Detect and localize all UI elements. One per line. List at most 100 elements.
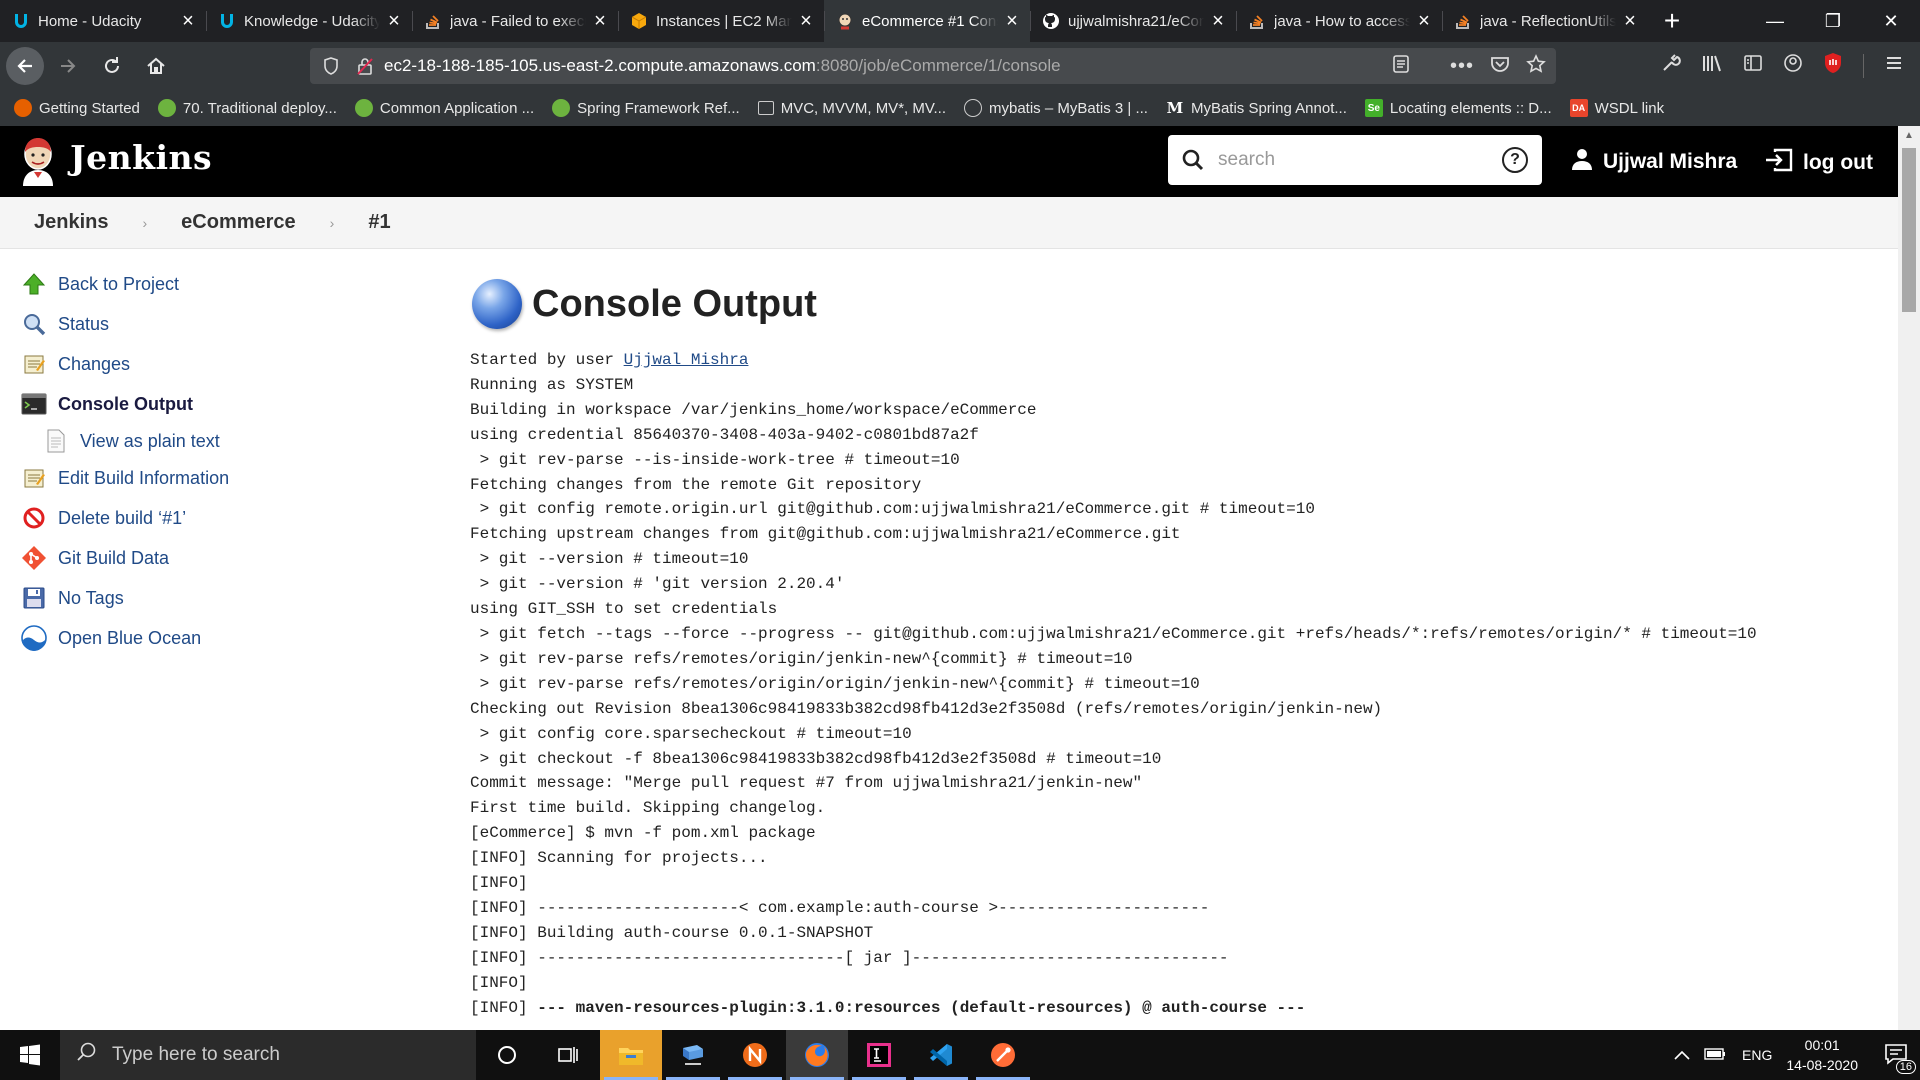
jenkins-logo-icon[interactable] <box>18 136 58 186</box>
chevron-up-icon[interactable] <box>1674 1047 1690 1063</box>
browser-tab[interactable]: java - Failed to execute × <box>412 0 618 42</box>
console-line: First time build. Skipping changelog. <box>470 799 826 818</box>
scroll-up-icon[interactable]: ▲ <box>1898 126 1920 146</box>
sidebar-item-open-blue-ocean[interactable]: Open Blue Ocean <box>20 618 420 658</box>
console-line: [INFO] --------------------------------[… <box>470 948 1229 967</box>
firefox-app-icon[interactable] <box>786 1030 848 1080</box>
bookmark-item[interactable]: 70. Traditional deploy... <box>157 99 337 117</box>
sidebar-item-back-to-project[interactable]: Back to Project <box>20 264 420 304</box>
browser-tab[interactable]: Knowledge - Udacity × <box>206 0 412 42</box>
wrench-icon[interactable] <box>1661 53 1681 79</box>
library-icon[interactable] <box>1701 53 1723 79</box>
forward-button[interactable] <box>48 46 88 86</box>
bookmark-item[interactable]: Se Locating elements :: D... <box>1364 99 1552 117</box>
sidebar-item-console-output[interactable]: Console Output <box>20 384 420 424</box>
shield-icon[interactable] <box>320 57 342 75</box>
close-icon[interactable]: × <box>1622 11 1638 31</box>
url-host: ec2-18-188-185-105.us-east-2.compute.ama… <box>384 56 816 75</box>
vscode-app-icon[interactable] <box>910 1030 972 1080</box>
new-tab-button[interactable]: + <box>1648 0 1696 42</box>
intellij-app-icon[interactable] <box>848 1030 910 1080</box>
chevron-right-icon[interactable]: › <box>142 215 147 231</box>
close-icon[interactable]: × <box>1210 11 1226 31</box>
close-window-icon[interactable]: ✕ <box>1862 0 1920 42</box>
network-app-icon[interactable] <box>662 1030 724 1080</box>
file-explorer-icon[interactable] <box>600 1030 662 1080</box>
chevron-right-icon[interactable]: › <box>330 215 335 231</box>
close-icon[interactable]: × <box>592 11 608 31</box>
browser-tab[interactable]: Instances | EC2 Management × <box>618 0 824 42</box>
bookmark-item[interactable]: Getting Started <box>14 99 140 117</box>
bookmark-item[interactable]: DA WSDL link <box>1569 99 1664 117</box>
hamburger-menu-icon[interactable] <box>1884 54 1904 78</box>
started-by-user-link[interactable]: Ujjwal Mishra <box>624 351 749 369</box>
browser-tab[interactable]: ujjwalmishra21/eCommerce × <box>1030 0 1236 42</box>
page-title: Console Output <box>532 282 817 325</box>
sidebar-item-git-build-data[interactable]: Git Build Data <box>20 538 420 578</box>
window-controls: — ❐ ✕ <box>1746 0 1920 42</box>
search-input[interactable]: search <box>1218 149 1502 171</box>
cortana-icon[interactable] <box>476 1030 538 1080</box>
user-link[interactable]: Ujjwal Mishra <box>1571 148 1737 176</box>
tab-title: Instances | EC2 Management <box>656 12 792 30</box>
breadcrumb-item[interactable]: #1 <box>368 211 390 234</box>
reload-button[interactable] <box>92 46 132 86</box>
sidebar-item-delete-build[interactable]: Delete build ‘#1’ <box>20 498 420 538</box>
breadcrumb-item[interactable]: eCommerce <box>181 211 296 234</box>
ublock-icon[interactable] <box>1823 52 1843 80</box>
browser-tab[interactable]: java - How to access × <box>1236 0 1442 42</box>
jenkins-title[interactable]: Jenkins <box>70 138 212 177</box>
reader-view-icon[interactable] <box>1392 54 1410 79</box>
help-icon[interactable]: ? <box>1502 147 1528 173</box>
close-icon[interactable]: × <box>180 11 196 31</box>
postman-app-icon[interactable] <box>972 1030 1034 1080</box>
page-scrollbar[interactable]: ▲ <box>1898 126 1920 1030</box>
search-box[interactable]: search ? <box>1168 135 1542 185</box>
close-icon[interactable]: × <box>798 11 814 31</box>
taskbar-search[interactable]: Type here to search <box>60 1030 476 1080</box>
restore-icon[interactable]: ❐ <box>1804 0 1862 42</box>
sidebar-icon[interactable] <box>1743 54 1763 78</box>
more-actions-icon[interactable]: ••• <box>1450 55 1474 78</box>
nodejs-app-icon[interactable] <box>724 1030 786 1080</box>
address-bar[interactable]: ec2-18-188-185-105.us-east-2.compute.ama… <box>310 48 1556 84</box>
language-indicator[interactable]: ENG <box>1742 1047 1772 1063</box>
sidebar-item-view-plain-text[interactable]: View as plain text <box>20 424 420 458</box>
sidebar-item-changes[interactable]: Changes <box>20 344 420 384</box>
browser-tab[interactable]: Home - Udacity × <box>0 0 206 42</box>
pocket-icon[interactable] <box>1490 55 1510 78</box>
back-button[interactable] <box>6 47 44 85</box>
scrollbar-thumb[interactable] <box>1902 148 1916 312</box>
close-icon[interactable]: × <box>1004 11 1020 31</box>
close-icon[interactable]: × <box>386 11 402 31</box>
console-line: [INFO] <box>470 973 528 992</box>
da-icon: DA <box>1569 99 1588 117</box>
home-button[interactable] <box>136 46 176 86</box>
browser-tab[interactable]: java - ReflectionUtils × <box>1442 0 1648 42</box>
bookmark-star-icon[interactable] <box>1526 53 1546 79</box>
account-icon[interactable] <box>1783 53 1803 79</box>
bookmark-item[interactable]: Spring Framework Ref... <box>552 99 740 117</box>
tab-title: Home - Udacity <box>38 12 142 30</box>
notification-center-icon[interactable]: 16 <box>1884 1043 1916 1074</box>
sidebar-item-edit-build-info[interactable]: Edit Build Information <box>20 458 420 498</box>
browser-tab-active[interactable]: eCommerce #1 Console × <box>824 0 1030 42</box>
clock[interactable]: 00:01 14-08-2020 <box>1786 1035 1858 1075</box>
console-line: Commit message: "Merge pull request #7 f… <box>470 774 1143 793</box>
insecure-lock-icon[interactable] <box>354 57 376 75</box>
logout-link[interactable]: log out <box>1765 148 1873 178</box>
task-view-icon[interactable] <box>538 1030 600 1080</box>
taskbar-search-input[interactable]: Type here to search <box>112 1044 280 1066</box>
bookmark-item[interactable]: MVC, MVVM, MV*, MV... <box>757 100 946 117</box>
sidebar-item-status[interactable]: Status <box>20 304 420 344</box>
minimize-icon[interactable]: — <box>1746 0 1804 42</box>
bookmark-item[interactable]: M MyBatis Spring Annot... <box>1166 99 1347 117</box>
sidebar-item-no-tags[interactable]: No Tags <box>20 578 420 618</box>
bookmark-item[interactable]: Common Application ... <box>354 99 534 117</box>
battery-icon[interactable] <box>1704 1047 1726 1064</box>
windows-start-icon[interactable] <box>0 1030 60 1080</box>
breadcrumb-item[interactable]: Jenkins <box>34 211 108 234</box>
bookmark-item[interactable]: mybatis – MyBatis 3 | ... <box>964 99 1148 117</box>
logout-icon <box>1765 148 1793 178</box>
close-icon[interactable]: × <box>1416 11 1432 31</box>
